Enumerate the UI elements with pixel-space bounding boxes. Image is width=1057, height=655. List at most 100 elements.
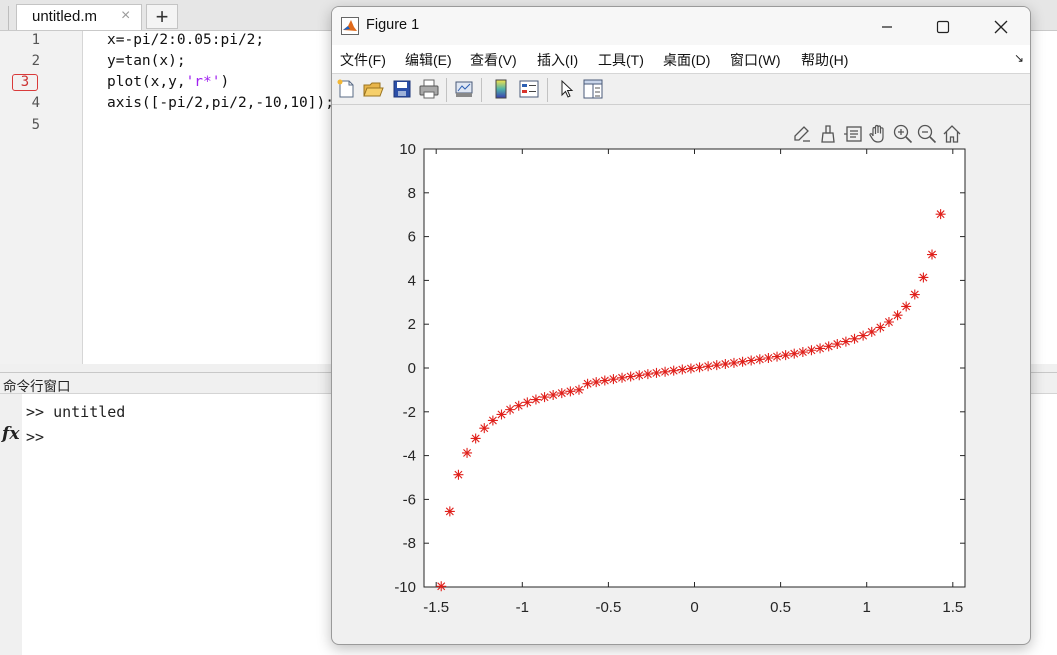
data-point-star: [444, 506, 455, 517]
y-tick-label: -2: [403, 404, 416, 421]
tab-label: untitled.m: [32, 8, 98, 25]
data-point-star: [927, 249, 938, 260]
x-tick-label: -1: [516, 599, 529, 616]
data-point-star: [505, 404, 516, 415]
data-point-star: [858, 330, 869, 341]
add-tab-button[interactable]: +: [146, 4, 178, 29]
data-point-star: [625, 371, 636, 382]
data-point-star: [608, 374, 619, 385]
data-point-star: [746, 355, 757, 366]
data-point-star: [892, 310, 903, 321]
y-tick-label: 2: [408, 316, 416, 333]
data-point-star: [815, 343, 826, 354]
code-text: plot(x,y,: [107, 74, 186, 90]
data-point-star: [737, 356, 748, 367]
tab-overflow-stub[interactable]: [0, 6, 9, 30]
command-prompt[interactable]: >>: [26, 428, 44, 446]
line-number-gutter: 1 2 3 4 5: [0, 31, 83, 364]
data-point-star: [685, 363, 696, 374]
data-point-star: [797, 347, 808, 358]
data-point-star: [875, 322, 886, 333]
data-point-star: [728, 357, 739, 368]
data-point-star: [573, 384, 584, 395]
data-point-star: [772, 351, 783, 362]
line-number: 2: [31, 53, 40, 69]
y-tick-label: -6: [403, 491, 416, 508]
data-point-star: [909, 289, 920, 300]
data-point-star: [462, 447, 473, 458]
x-tick-label: 0.5: [770, 599, 791, 616]
data-point-star: [617, 372, 628, 383]
data-point-star: [901, 301, 912, 312]
data-point-star: [634, 370, 645, 381]
data-point-star: [780, 350, 791, 361]
data-point-star: [840, 336, 851, 347]
data-point-star: [711, 360, 722, 371]
fx-icon[interactable]: fx: [2, 424, 19, 444]
y-tick-label: -4: [403, 448, 416, 465]
code-line-1[interactable]: x=-pi/2:0.05:pi/2;: [107, 32, 264, 48]
line-number: 5: [31, 117, 40, 133]
data-point-star: [883, 317, 894, 328]
data-point-star: [496, 409, 507, 420]
y-tick-label: 6: [408, 229, 416, 246]
line-number: 4: [31, 95, 40, 111]
x-tick-label: 1: [863, 599, 871, 616]
data-point-star: [754, 354, 765, 365]
x-tick-label: 0: [690, 599, 698, 616]
y-tick-label: -10: [394, 579, 416, 596]
data-point-star: [479, 423, 490, 434]
code-text: ): [220, 74, 230, 90]
line-number: 1: [31, 32, 40, 48]
data-point-star: [556, 388, 567, 399]
close-icon[interactable]: ×: [121, 7, 130, 25]
y-tick-label: 8: [408, 185, 416, 202]
figure-window[interactable]: Figure 1 文件(F) 编辑(E) 查看(V) 插入(I) 工具(T) 桌…: [331, 6, 1031, 645]
tab-untitled[interactable]: untitled.m ×: [16, 4, 142, 30]
data-point-star: [453, 469, 464, 480]
data-point-star: [677, 364, 688, 375]
code-string: 'r*': [185, 74, 221, 90]
data-point-star: [789, 348, 800, 359]
data-point-star: [436, 581, 447, 592]
data-point-star: [763, 352, 774, 363]
y-tick-label: -8: [403, 535, 416, 552]
plot-area[interactable]: -1.5 -1 -0.5 0 0.5 1 1.5 -10 -8 -6 -4 -2 0 2 4 6 8 10: [332, 7, 1031, 645]
data-point-star: [530, 394, 541, 405]
data-point-star: [823, 341, 834, 352]
data-point-star: [668, 365, 679, 376]
data-point-star: [513, 400, 524, 411]
data-point-star: [866, 326, 877, 337]
command-window-title: 命令行窗口: [3, 379, 71, 394]
data-point-star: [720, 359, 731, 370]
data-point-star: [582, 378, 593, 389]
data-point-star: [470, 433, 481, 444]
data-point-star: [935, 209, 946, 220]
breakpoint-marker[interactable]: 3: [12, 74, 38, 91]
data-point-star: [918, 272, 929, 283]
x-tick-label: 1.5: [942, 599, 963, 616]
code-line-4[interactable]: axis([-pi/2,pi/2,-10,10]);: [107, 95, 334, 111]
y-tick-label: 0: [408, 360, 416, 377]
data-point-star: [565, 386, 576, 397]
code-line-3[interactable]: plot(x,y,'r*'): [107, 74, 229, 90]
data-point-star: [660, 366, 671, 377]
data-point-star: [703, 361, 714, 372]
x-tick-label: -0.5: [595, 599, 621, 616]
data-point-star: [522, 397, 533, 408]
data-point-star: [548, 389, 559, 400]
data-point-star: [849, 333, 860, 344]
command-history-line: >> untitled: [26, 403, 126, 421]
data-point-star: [651, 367, 662, 378]
data-point-star: [487, 415, 498, 426]
data-point-star: [642, 369, 653, 380]
data-point-star: [694, 362, 705, 373]
data-point-star: [539, 392, 550, 403]
data-point-star: [832, 339, 843, 350]
x-tick-label: -1.5: [423, 599, 449, 616]
y-tick-label: 10: [399, 141, 416, 158]
data-point-star: [806, 345, 817, 356]
code-line-2[interactable]: y=tan(x);: [107, 53, 186, 69]
y-tick-label: 4: [408, 272, 416, 289]
data-point-star: [599, 375, 610, 386]
